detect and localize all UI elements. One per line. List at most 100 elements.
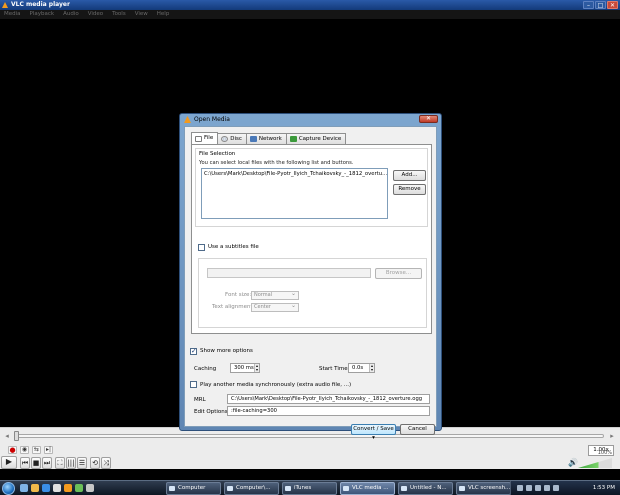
font-size-select: Normal [251, 290, 299, 300]
subtitles-checkbox[interactable] [198, 244, 205, 251]
shuffle-button[interactable]: ⤨ [101, 456, 111, 469]
mrl-label: MRL [194, 397, 206, 403]
menu-help[interactable]: Help [157, 10, 170, 19]
loop-group: ⟲ ⤨ [90, 456, 111, 469]
task-buttons: Computer Computer\... iTunes VLC media .… [166, 482, 511, 495]
file-list-item[interactable]: C:\Users\Mark\Desktop\File-Pyotr_Ilyich_… [204, 171, 387, 177]
vlc-cone-icon [2, 2, 8, 8]
tab-disc[interactable]: Disc [217, 133, 247, 144]
show-more-options-label: Show more options [200, 348, 253, 354]
volume-icon[interactable]: 🔊 [568, 458, 578, 467]
task-computer[interactable]: Computer [166, 482, 221, 495]
seek-forward-icon[interactable]: ▸ [608, 432, 616, 440]
tab-network[interactable]: Network [245, 133, 287, 144]
seek-back-icon[interactable]: ◂ [3, 432, 11, 440]
playlist-button[interactable]: ☰ [77, 456, 87, 469]
playback-controls: ▶ ⏮ ■ ⏭ ⛶ ||| ☰ ⟲ ⤨ [1, 456, 111, 469]
ab-loop-icon[interactable]: ⇆ [32, 446, 41, 454]
app-quicklaunch-icon[interactable] [75, 484, 83, 492]
app-tray-icon[interactable] [553, 485, 559, 491]
tab-capture-device-label: Capture Device [298, 135, 342, 142]
next-button[interactable]: ⏭ [42, 456, 52, 469]
tab-capture-device[interactable]: Capture Device [285, 133, 347, 144]
dropdown-arrow-icon[interactable]: ▾ [372, 435, 375, 441]
convert-save-button[interactable]: Convert / Save ▾ [351, 424, 396, 441]
fullscreen-button[interactable]: ⛶ [55, 456, 65, 469]
loop-button[interactable]: ⟲ [90, 456, 100, 469]
remove-file-button[interactable]: Remove [393, 184, 426, 195]
extended-settings-button[interactable]: ||| [66, 456, 76, 469]
menu-video[interactable]: Video [88, 10, 103, 19]
menu-audio[interactable]: Audio [63, 10, 79, 19]
frame-by-frame-icon[interactable]: ▸| [44, 446, 53, 454]
record-icon[interactable]: ● [8, 446, 17, 454]
menu-media[interactable]: Media [4, 10, 21, 19]
menu-bar: Media Playback Audio Video Tools View He… [0, 10, 620, 19]
add-file-button[interactable]: Add... [393, 170, 426, 181]
stop-button[interactable]: ■ [31, 456, 41, 469]
transport-group: ⏮ ■ ⏭ [20, 456, 52, 469]
start-button[interactable] [2, 482, 15, 495]
caching-spinbox[interactable]: 300 ms ▴ ▾ [230, 363, 260, 373]
task-itunes[interactable]: iTunes [282, 482, 337, 495]
advanced-controls: ● ◉ ⇆ ▸| [8, 446, 53, 454]
mrl-field[interactable]: C:\Users\Mark\Desktop\File-Pyotr_Ilyich_… [227, 394, 430, 404]
convert-save-label: Convert / Save [353, 426, 394, 432]
dialog-title: Open Media [194, 116, 230, 123]
dialog-close-button[interactable]: ✕ [419, 115, 438, 123]
seek-handle[interactable] [14, 431, 19, 441]
quick-launch [20, 484, 94, 492]
caching-value: 300 ms [234, 365, 254, 371]
file-list[interactable]: C:\Users\Mark\Desktop\File-Pyotr_Ilyich_… [201, 168, 388, 219]
task-vlc[interactable]: VLC media ... [340, 482, 395, 495]
folder-quicklaunch-icon[interactable] [86, 484, 94, 492]
tab-network-label: Network [258, 135, 282, 142]
maximize-button[interactable]: □ [595, 1, 606, 9]
volume-percent: 100% [597, 450, 612, 456]
tab-file[interactable]: File [191, 132, 219, 144]
subtitle-file-field [207, 268, 371, 278]
network-tray-icon[interactable] [517, 485, 523, 491]
task-vlc-screenshot[interactable]: VLC screensh... [456, 482, 511, 495]
play-button[interactable]: ▶ [1, 456, 17, 469]
vlc-quicklaunch-icon[interactable] [64, 484, 72, 492]
show-desktop-icon[interactable] [20, 484, 28, 492]
volume-tray-icon[interactable] [526, 485, 532, 491]
previous-button[interactable]: ⏮ [20, 456, 30, 469]
update-tray-icon[interactable] [544, 485, 550, 491]
caching-label: Caching [194, 366, 217, 372]
text-alignment-select: Center [251, 302, 299, 312]
task-notepad[interactable]: Untitled - N... [398, 482, 453, 495]
switch-windows-icon[interactable] [31, 484, 39, 492]
minimize-button[interactable]: – [583, 1, 594, 9]
browser-icon[interactable] [42, 484, 50, 492]
file-selection-description: You can select local files with the foll… [199, 160, 354, 166]
menu-tools[interactable]: Tools [112, 10, 126, 19]
vlc-title-bar: VLC media player – □ ✕ [0, 0, 620, 10]
open-media-dialog: Open Media ✕ File Disc Network Capture D… [179, 113, 442, 441]
volume-slider[interactable]: 100% [578, 450, 612, 468]
caching-stepper-icon[interactable]: ▴ ▾ [254, 364, 259, 372]
close-button[interactable]: ✕ [607, 1, 618, 9]
menu-view[interactable]: View [135, 10, 148, 19]
tab-disc-label: Disc [230, 135, 242, 142]
play-another-media-label: Play another media synchronously (extra … [200, 382, 352, 388]
task-computer-folder[interactable]: Computer\... [224, 482, 279, 495]
controls-panel: ◂ ▸ ● ◉ ⇆ ▸| ▶ ⏮ ■ ⏭ ⛶ ||| ☰ ⟲ ⤨ 1.00x 🔊… [0, 427, 620, 469]
volume-level [578, 458, 612, 468]
seek-slider[interactable] [14, 434, 604, 438]
media-player-icon[interactable] [53, 484, 61, 492]
menu-playback[interactable]: Playback [30, 10, 55, 19]
edit-options-field[interactable]: :file-caching=300 [227, 406, 430, 416]
security-tray-icon[interactable] [535, 485, 541, 491]
start-time-label: Start Time [319, 366, 348, 372]
start-time-spinbox[interactable]: 0.0s ▴ ▾ [348, 363, 375, 373]
clock[interactable]: 1:53 PM [593, 481, 615, 495]
show-more-options-checkbox[interactable] [190, 347, 197, 355]
cancel-button[interactable]: Cancel [400, 424, 435, 435]
play-another-media-checkbox[interactable] [190, 381, 197, 388]
font-size-label: Font size: [225, 292, 252, 298]
subtitles-checkbox-label: Use a subtitles file [208, 244, 259, 250]
start-time-stepper-icon[interactable]: ▴ ▾ [369, 364, 374, 372]
snapshot-icon[interactable]: ◉ [20, 446, 29, 454]
